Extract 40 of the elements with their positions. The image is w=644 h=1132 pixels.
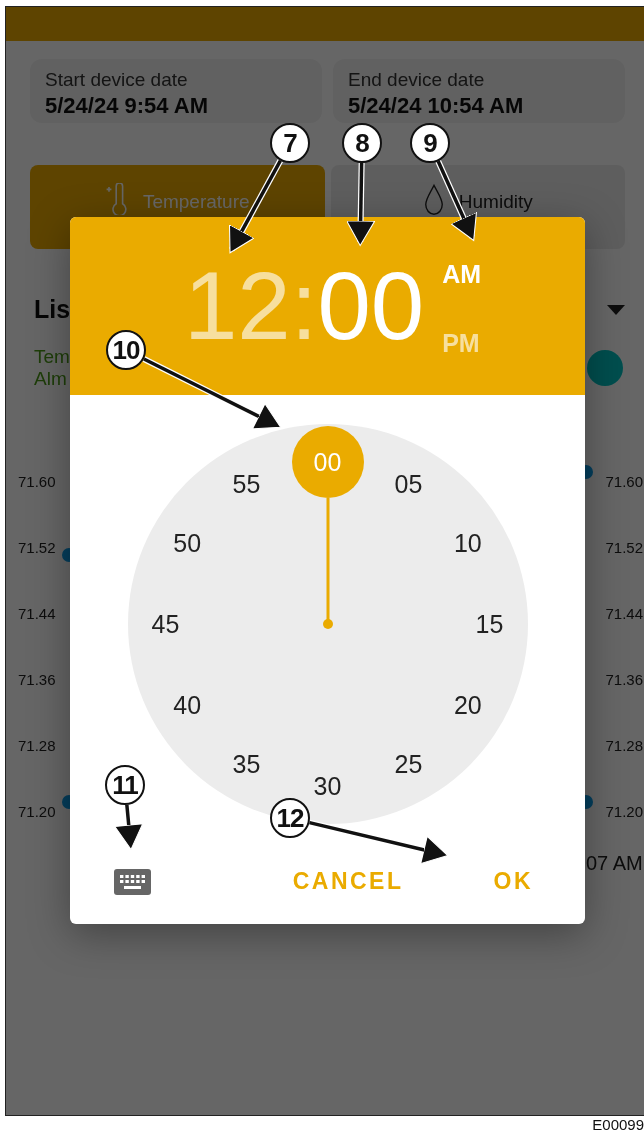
dial-number[interactable]: 15	[464, 606, 515, 642]
date-value: 5/24/24 9:54 AM	[45, 93, 210, 119]
dial-number[interactable]: 05	[383, 465, 434, 502]
axis-label: 71.60	[605, 472, 643, 491]
dial-number[interactable]: 35	[221, 746, 272, 783]
drop-icon	[422, 183, 445, 215]
date-label: Start device date	[45, 69, 189, 91]
thermometer-icon	[104, 183, 129, 215]
toggle-knob[interactable]	[587, 350, 623, 386]
dial-number[interactable]: 40	[162, 687, 213, 723]
axis-label: 71.60	[18, 472, 56, 491]
axis-label: 07 AM	[586, 852, 643, 875]
axis-label: 71.28	[18, 736, 56, 755]
tab-label: Humidity	[458, 191, 533, 213]
legend-label: Alm	[34, 368, 68, 390]
time-separator: :	[290, 258, 318, 354]
axis-label: 71.20	[18, 802, 56, 821]
dial-number[interactable]: 20	[442, 687, 493, 723]
axis-label: 71.44	[605, 604, 643, 623]
dial-number[interactable]: 10	[442, 525, 493, 561]
dial-number[interactable]: 55	[221, 465, 272, 502]
dial-number[interactable]: 25	[383, 746, 434, 783]
legend-label: Tem	[34, 346, 70, 368]
axis-label: 71.36	[605, 670, 643, 689]
dropdown-caret-icon	[607, 304, 625, 315]
dial-number[interactable]: 45	[140, 606, 191, 642]
date-label: End device date	[348, 69, 486, 91]
axis-label: 71.52	[18, 538, 56, 557]
dial-number[interactable]: 50	[162, 525, 213, 561]
keyboard-icon	[114, 868, 151, 895]
axis-label: 71.20	[605, 802, 643, 821]
section-title: Lis	[34, 295, 71, 324]
axis-label: 71.28	[605, 736, 643, 755]
figure-id: E00099	[592, 1116, 644, 1132]
axis-label: 71.44	[18, 604, 56, 623]
axis-label: 71.52	[605, 538, 643, 557]
date-value: 5/24/24 10:54 AM	[348, 93, 525, 119]
callout-arrow	[114, 804, 144, 851]
tab-label: Temperature	[142, 191, 250, 213]
axis-label: 71.36	[18, 670, 56, 689]
